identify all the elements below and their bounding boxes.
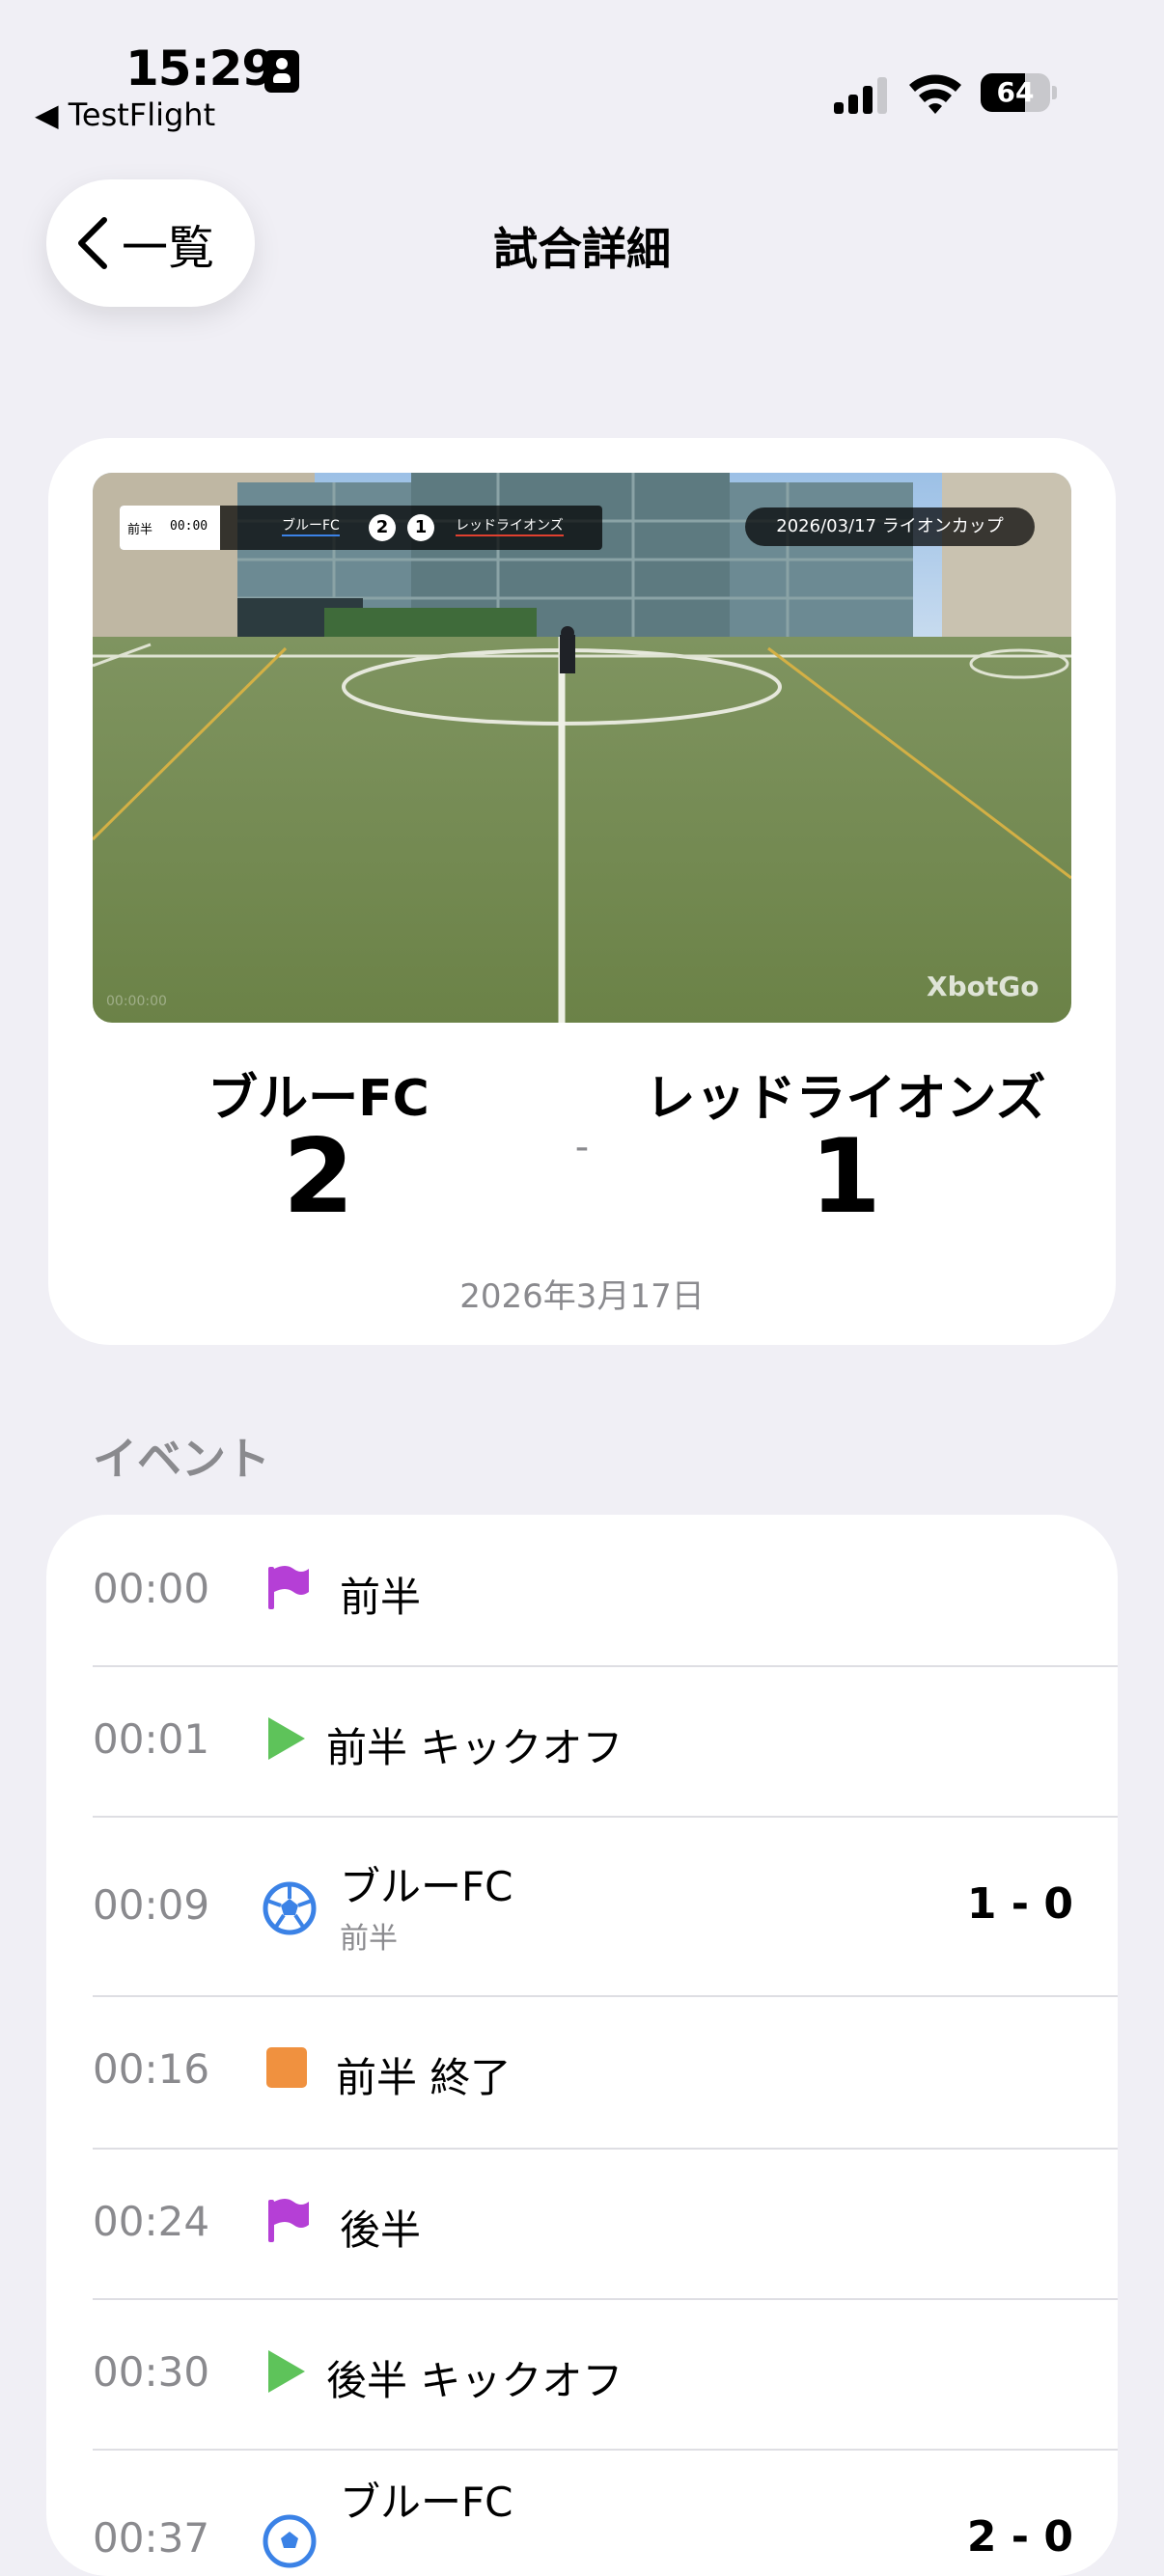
event-row[interactable]: 00:16 前半 終了 bbox=[46, 1997, 1118, 2150]
video-scoreboard: 前半 00:00 ブルーFC 2 1 レッドライオンズ bbox=[120, 506, 602, 550]
flag-icon bbox=[268, 1566, 309, 1609]
away-score: 1 bbox=[810, 1117, 881, 1236]
video-clock: 00:00 bbox=[170, 519, 208, 534]
xbotgo-watermark: XbotGo bbox=[927, 971, 1039, 1002]
event-row[interactable]: 00:01 前半 キックオフ bbox=[46, 1667, 1118, 1818]
event-label: ブルーFC bbox=[340, 1863, 513, 1910]
video-home-team: ブルーFC bbox=[282, 515, 340, 536]
page-title: 試合詳細 bbox=[493, 223, 671, 275]
event-row[interactable]: 00:37 ブルーFC 2 - 0 bbox=[46, 2451, 1118, 2576]
event-row[interactable]: 00:09 ブルーFC 前半 1 - 0 bbox=[46, 1818, 1118, 1997]
video-timecode: 00:00:00 bbox=[106, 994, 167, 1009]
stop-icon bbox=[266, 2047, 307, 2088]
video-away-team: レッドライオンズ bbox=[456, 515, 564, 536]
event-sublabel: 前半 bbox=[340, 1922, 398, 1956]
event-label: ブルーFC bbox=[340, 2479, 513, 2526]
video-home-score: 2 bbox=[369, 514, 396, 541]
events-section-title: イベント bbox=[93, 1433, 270, 1485]
battery-icon: 64 bbox=[981, 73, 1057, 112]
flag-icon bbox=[268, 2199, 309, 2242]
event-row[interactable]: 00:00 前半 bbox=[46, 1515, 1118, 1667]
field-image bbox=[93, 473, 1071, 1023]
contact-card-icon bbox=[264, 50, 299, 93]
home-score: 2 bbox=[283, 1117, 354, 1236]
event-label: 後半 キックオフ bbox=[326, 2357, 624, 2404]
event-time: 00:37 bbox=[93, 2514, 210, 2562]
event-time: 00:24 bbox=[93, 2198, 210, 2245]
cellular-signal-icon bbox=[834, 77, 887, 114]
event-time: 00:00 bbox=[93, 1565, 210, 1612]
event-score: 1 - 0 bbox=[966, 1879, 1073, 1929]
status-time: 15:29 bbox=[125, 41, 275, 96]
video-caption: 2026/03/17 ライオンカップ bbox=[745, 507, 1035, 546]
play-icon bbox=[268, 1717, 305, 1760]
soccer-ball-icon bbox=[263, 1881, 317, 1935]
event-time: 00:09 bbox=[93, 1881, 210, 1929]
event-label: 後半 bbox=[340, 2206, 422, 2254]
events-list: 00:00 前半 00:01 前半 キックオフ 00:09 ブルーFC 前半 1… bbox=[46, 1515, 1118, 2576]
battery-percent: 64 bbox=[996, 76, 1035, 108]
video-away-score: 1 bbox=[407, 514, 434, 541]
event-time: 00:16 bbox=[93, 2045, 210, 2093]
event-score: 2 - 0 bbox=[966, 2512, 1073, 2562]
event-row[interactable]: 00:24 後半 bbox=[46, 2150, 1118, 2300]
play-icon bbox=[268, 2350, 305, 2393]
soccer-ball-icon bbox=[263, 2514, 317, 2568]
event-label: 前半 bbox=[340, 1574, 422, 1621]
wifi-icon bbox=[909, 74, 961, 114]
event-label: 前半 終了 bbox=[336, 2054, 512, 2101]
event-time: 00:01 bbox=[93, 1715, 210, 1763]
event-time: 00:30 bbox=[93, 2348, 210, 2396]
event-row[interactable]: 00:30 後半 キックオフ bbox=[46, 2300, 1118, 2451]
match-video-thumbnail[interactable]: 前半 00:00 ブルーFC 2 1 レッドライオンズ 2026/03/17 ラ… bbox=[93, 473, 1071, 1023]
video-period: 前半 bbox=[127, 523, 153, 537]
back-to-testflight[interactable]: ◀ TestFlight bbox=[35, 96, 215, 133]
event-label: 前半 キックオフ bbox=[326, 1724, 624, 1771]
match-date: 2026年3月17日 bbox=[459, 1277, 705, 1316]
score-separator: - bbox=[574, 1125, 590, 1169]
